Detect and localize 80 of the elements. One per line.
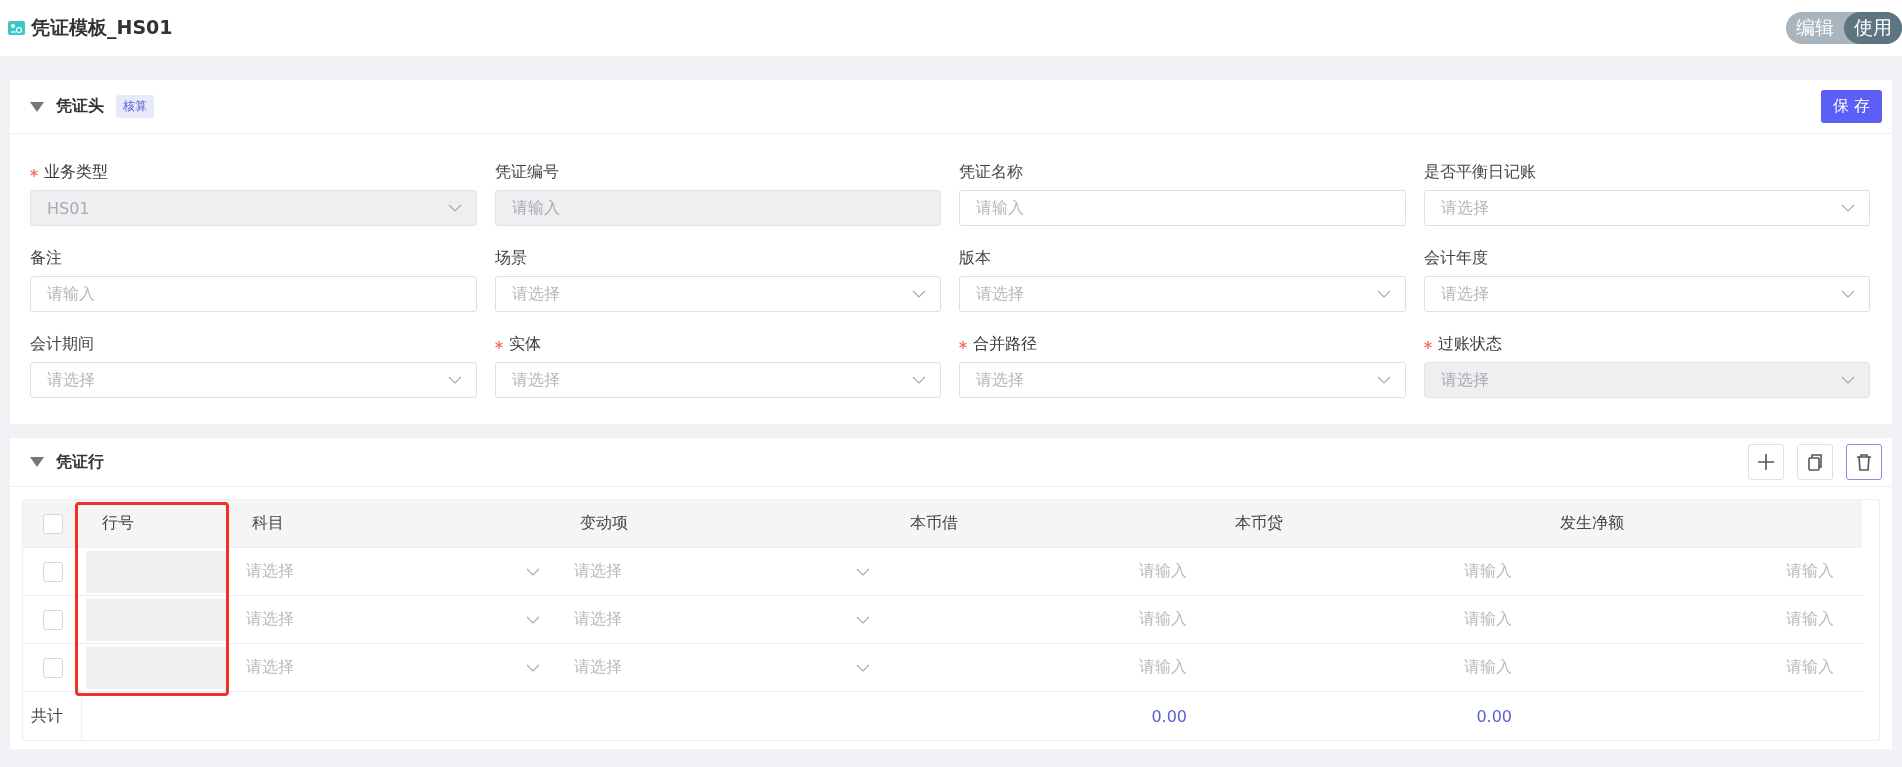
chevron-icon — [856, 615, 870, 624]
select-field[interactable]: 请选择 — [30, 362, 477, 398]
input-field[interactable]: 请输入 — [959, 190, 1406, 226]
select-field[interactable]: 请选择 — [574, 561, 876, 582]
input-field[interactable]: 请输入 — [1464, 609, 1512, 630]
credit-total: 0.00 — [1476, 706, 1512, 726]
input-field[interactable]: 请输入 — [1139, 609, 1187, 630]
chevron-icon — [856, 663, 870, 672]
save-button[interactable]: 保 存 — [1820, 90, 1882, 123]
field-label: 备注 — [30, 248, 62, 269]
field-label: 版本 — [959, 248, 991, 269]
select-field[interactable]: 请选择 — [1423, 190, 1870, 226]
field-label: 过账状态 — [1437, 334, 1502, 355]
select-field[interactable]: 请选择 — [246, 609, 546, 630]
copy-icon — [1806, 453, 1824, 471]
total-label: 共计 — [31, 705, 63, 727]
chevron-icon — [526, 615, 540, 624]
row-checkbox[interactable] — [42, 657, 63, 678]
input-field[interactable]: 请输入 — [1786, 561, 1834, 582]
column-header: 发生净额 — [1540, 500, 1862, 548]
select-field[interactable]: 请选择 — [574, 657, 876, 678]
copy-button[interactable] — [1797, 444, 1833, 480]
select-all-checkbox[interactable] — [42, 513, 63, 534]
chevron-icon — [912, 290, 926, 298]
page-title: 凭证模板_HS01 — [31, 15, 173, 41]
column-header: 科目 — [232, 500, 560, 548]
collapse-triangle-icon[interactable] — [30, 457, 44, 467]
debit-total: 0.00 — [1151, 706, 1187, 726]
input-field[interactable]: 请输入 — [1464, 561, 1512, 582]
input-field[interactable]: 请输入 — [1139, 561, 1187, 582]
select-field[interactable]: 请选择 — [959, 276, 1406, 312]
field-label: 实体 — [508, 334, 541, 355]
chevron-icon — [912, 376, 926, 384]
select-field[interactable]: 请选择 — [574, 609, 876, 630]
field-label: 会计期间 — [30, 334, 94, 355]
category-tag: 核算 — [116, 95, 154, 118]
mode-option[interactable]: 使用 — [1844, 12, 1902, 44]
chevron-icon — [856, 567, 870, 576]
select-field[interactable]: 请选择 — [1423, 276, 1870, 312]
field-label: 会计年度 — [1423, 248, 1488, 269]
field-label: 是否平衡日记账 — [1423, 162, 1536, 183]
template-icon — [8, 21, 25, 35]
chevron-icon — [1376, 290, 1391, 298]
chevron-icon — [1841, 204, 1855, 212]
chevron-icon — [447, 376, 462, 384]
chevron-icon — [526, 567, 540, 576]
chevron-icon — [1376, 376, 1391, 384]
select-field[interactable]: 请选择 — [246, 657, 546, 678]
field-label: 合并路径 — [973, 334, 1037, 355]
delete-button[interactable] — [1846, 444, 1882, 480]
field-label: 业务类型 — [44, 162, 108, 183]
select-field[interactable]: 请选择 — [959, 362, 1406, 398]
column-header: 行号 — [82, 500, 232, 548]
section-title: 凭证行 — [56, 451, 104, 473]
row-checkbox[interactable] — [42, 561, 63, 582]
chevron-icon — [1841, 290, 1855, 298]
input-field[interactable]: 请输入 — [1464, 657, 1512, 678]
select-field[interactable]: 请选择 — [494, 276, 941, 312]
input-field[interactable]: 请输入 — [1139, 657, 1187, 678]
field-label: 场景 — [494, 248, 527, 269]
chevron-icon — [526, 663, 540, 672]
plus-icon — [1757, 453, 1775, 471]
column-header: 本币贷 — [1215, 500, 1540, 548]
field-label: 凭证名称 — [959, 162, 1023, 183]
collapse-triangle-icon[interactable] — [30, 101, 44, 112]
trash-icon — [1855, 453, 1873, 471]
chevron-icon — [447, 204, 462, 212]
field-label: 凭证编号 — [494, 162, 559, 183]
chevron-icon — [1841, 376, 1855, 384]
column-header: 变动项 — [560, 500, 890, 548]
input-field[interactable]: 请输入 — [1786, 609, 1834, 630]
select-field[interactable]: 请选择 — [494, 362, 941, 398]
section-title: 凭证头 — [56, 96, 104, 117]
row-checkbox[interactable] — [42, 609, 63, 630]
input-field[interactable]: 请输入 — [30, 276, 477, 312]
add-button[interactable] — [1748, 444, 1784, 480]
input-field[interactable]: 请输入 — [1786, 657, 1834, 678]
column-header: 本币借 — [890, 500, 1215, 548]
mode-option[interactable]: 编辑 — [1786, 12, 1844, 44]
select-field[interactable]: 请选择 — [246, 561, 546, 582]
